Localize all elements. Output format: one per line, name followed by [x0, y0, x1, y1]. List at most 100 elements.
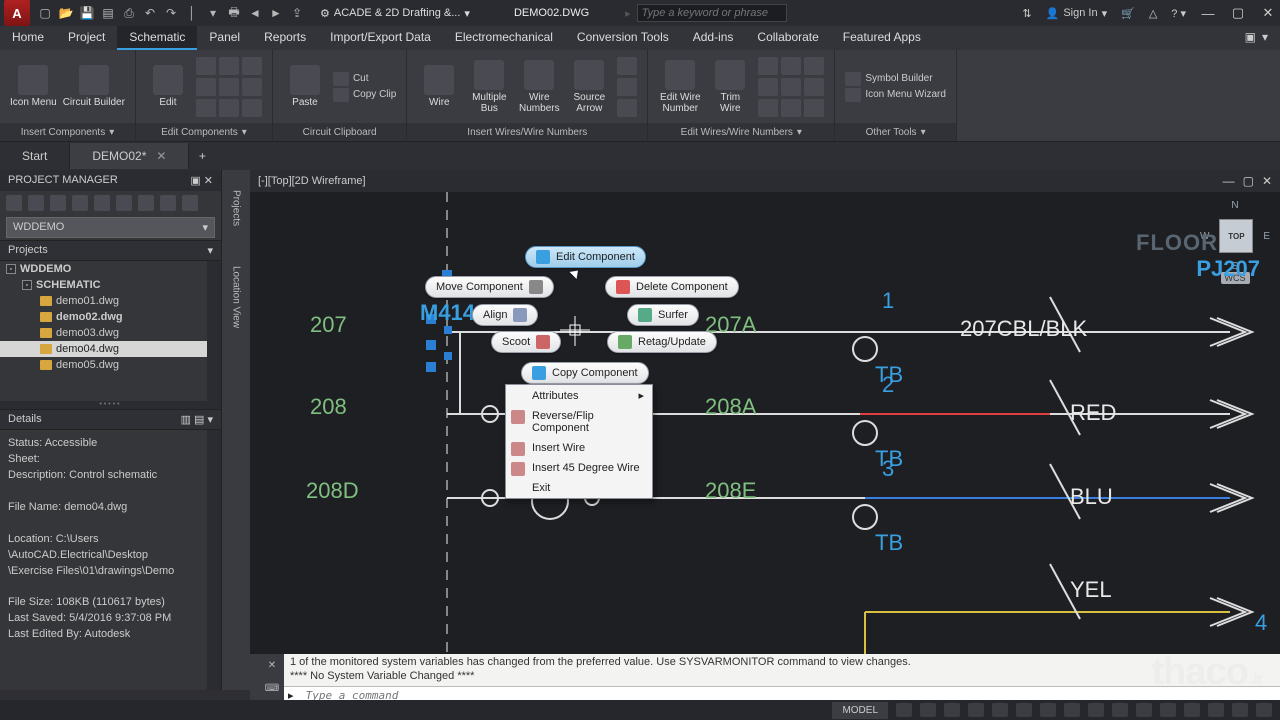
- drawing-canvas[interactable]: [-][Top][2D Wireframe] —▢✕: [250, 170, 1280, 690]
- status-toggle[interactable]: [1232, 703, 1248, 717]
- tab-extra-icon[interactable]: ▾: [1262, 30, 1268, 46]
- save-icon[interactable]: 💾: [78, 4, 96, 22]
- ribbon-tab-collaborate[interactable]: Collaborate: [745, 26, 830, 50]
- status-toggle[interactable]: [920, 703, 936, 717]
- pm-tool-icon[interactable]: [182, 195, 198, 211]
- ribbon-small-button[interactable]: [617, 57, 637, 75]
- ribbon-tab-project[interactable]: Project: [56, 26, 117, 50]
- tree-item[interactable]: demo05.dwg: [0, 357, 221, 373]
- pm-title[interactable]: PROJECT MANAGER▣ ✕: [0, 170, 221, 191]
- tree-item[interactable]: demo03.dwg: [0, 325, 221, 341]
- scrollbar[interactable]: [207, 261, 221, 401]
- undo-icon[interactable]: ↶: [141, 4, 159, 22]
- vp-close-icon[interactable]: ✕: [1262, 174, 1272, 188]
- qat-more-icon[interactable]: ▾: [204, 4, 222, 22]
- ribbon-button[interactable]: Cut: [333, 72, 396, 86]
- ribbon-small-button[interactable]: [219, 78, 239, 96]
- ribbon-button[interactable]: Wire: [417, 65, 461, 108]
- ribbon-tab-home[interactable]: Home: [0, 26, 56, 50]
- ribbon-tab-electromechanical[interactable]: Electromechanical: [443, 26, 565, 50]
- status-toggle[interactable]: [1184, 703, 1200, 717]
- status-toggle[interactable]: [944, 703, 960, 717]
- tree-expand-icon[interactable]: -: [6, 264, 16, 274]
- radial-surfer[interactable]: Surfer: [627, 304, 699, 326]
- ribbon-button[interactable]: Edit WireNumber: [658, 60, 702, 114]
- pm-tool-icon[interactable]: [160, 195, 176, 211]
- close-icon[interactable]: ✕: [156, 149, 166, 163]
- status-toggle[interactable]: [1016, 703, 1032, 717]
- ribbon-button[interactable]: WireNumbers: [517, 60, 561, 114]
- cmd-grip[interactable]: [250, 654, 260, 700]
- autodesk-app-icon[interactable]: △: [1149, 7, 1157, 20]
- tree-item[interactable]: demo02.dwg: [0, 309, 221, 325]
- ribbon-tab-reports[interactable]: Reports: [252, 26, 318, 50]
- ribbon-button[interactable]: Symbol Builder: [845, 72, 946, 86]
- status-toggle[interactable]: [1256, 703, 1272, 717]
- context-menu-item[interactable]: Exit: [506, 478, 652, 498]
- pm-tool-icon[interactable]: [6, 195, 22, 211]
- ribbon-small-button[interactable]: [242, 99, 262, 117]
- close-button[interactable]: ✕: [1260, 5, 1276, 21]
- ribbon-small-button[interactable]: [219, 57, 239, 75]
- tab-extra-icon[interactable]: ▣: [1245, 30, 1256, 46]
- ribbon-small-button[interactable]: [219, 99, 239, 117]
- pm-tool-icon[interactable]: [28, 195, 44, 211]
- panel-title[interactable]: Insert Wires/Wire Numbers: [407, 123, 647, 141]
- ribbon-small-button[interactable]: [196, 99, 216, 117]
- model-space-button[interactable]: MODEL: [832, 702, 888, 719]
- status-toggle[interactable]: [1208, 703, 1224, 717]
- status-toggle[interactable]: [1064, 703, 1080, 717]
- status-toggle[interactable]: [896, 703, 912, 717]
- connect-icon[interactable]: ⇅: [1022, 7, 1031, 20]
- vp-max-icon[interactable]: ▢: [1243, 174, 1254, 188]
- projects-section-header[interactable]: Projects▾: [0, 240, 221, 261]
- panel-title[interactable]: Edit Wires/Wire Numbers ▾: [648, 123, 834, 141]
- ribbon-tab-import-export-data[interactable]: Import/Export Data: [318, 26, 443, 50]
- ribbon-button[interactable]: Copy Clip: [333, 88, 396, 102]
- maximize-button[interactable]: ▢: [1230, 5, 1246, 21]
- splitter[interactable]: •••••: [0, 401, 221, 409]
- redo-icon[interactable]: ↷: [162, 4, 180, 22]
- pm-tool-icon[interactable]: [138, 195, 154, 211]
- ribbon-button[interactable]: Icon Menu Wizard: [845, 88, 946, 102]
- viewport-label[interactable]: [-][Top][2D Wireframe]: [258, 175, 366, 187]
- ribbon-tab-conversion-tools[interactable]: Conversion Tools: [565, 26, 681, 50]
- status-toggle[interactable]: [1088, 703, 1104, 717]
- panel-title[interactable]: Insert Components ▾: [0, 123, 135, 141]
- ribbon-button[interactable]: Circuit Builder: [63, 65, 125, 108]
- panel-title[interactable]: Edit Components ▾: [136, 123, 272, 141]
- ribbon-tab-panel[interactable]: Panel: [197, 26, 252, 50]
- panel-title[interactable]: Circuit Clipboard: [273, 123, 406, 141]
- status-toggle[interactable]: [992, 703, 1008, 717]
- next-icon[interactable]: ►: [267, 4, 285, 22]
- project-selector[interactable]: WDDEMO▾: [6, 217, 215, 238]
- tree-expand-icon[interactable]: -: [22, 280, 32, 290]
- ribbon-tab-schematic[interactable]: Schematic: [117, 26, 197, 50]
- ribbon-button[interactable]: Edit: [146, 65, 190, 108]
- radial-retag-update[interactable]: Retag/Update: [607, 331, 717, 353]
- ribbon-small-button[interactable]: [617, 99, 637, 117]
- document-tab[interactable]: Start: [0, 143, 70, 169]
- radial-copy-component[interactable]: Copy Component: [521, 362, 649, 384]
- ribbon-tab-add-ins[interactable]: Add-ins: [681, 26, 746, 50]
- document-tab[interactable]: DEMO02*✕: [70, 143, 189, 169]
- prev-icon[interactable]: ◄: [246, 4, 264, 22]
- status-toggle[interactable]: [1160, 703, 1176, 717]
- ribbon-tab-featured-apps[interactable]: Featured Apps: [831, 26, 933, 50]
- status-toggle[interactable]: [968, 703, 984, 717]
- radial-delete-component[interactable]: Delete Component: [605, 276, 739, 298]
- ribbon-small-button[interactable]: [242, 57, 262, 75]
- exchange-icon[interactable]: 🛒: [1121, 7, 1135, 20]
- ribbon-small-button[interactable]: [758, 57, 778, 75]
- context-menu-item[interactable]: Insert Wire: [506, 438, 652, 458]
- ribbon-small-button[interactable]: [758, 99, 778, 117]
- pm-tool-icon[interactable]: [50, 195, 66, 211]
- panel-title[interactable]: Other Tools ▾: [835, 123, 956, 141]
- radial-align[interactable]: Align: [472, 304, 538, 326]
- ribbon-button[interactable]: Paste: [283, 65, 327, 108]
- tree-item[interactable]: -WDDEMO: [0, 261, 221, 277]
- ribbon-small-button[interactable]: [617, 78, 637, 96]
- tree-item[interactable]: demo01.dwg: [0, 293, 221, 309]
- scrollbar[interactable]: [207, 430, 221, 690]
- side-tab-location-view[interactable]: Location View: [231, 266, 242, 328]
